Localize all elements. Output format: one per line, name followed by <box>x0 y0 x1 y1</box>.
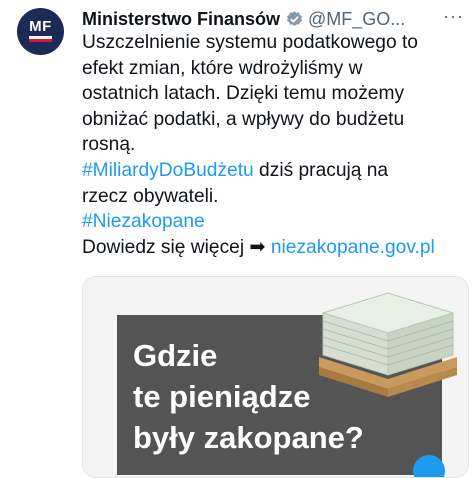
hashtag-niezakopane-link[interactable]: #Niezakopane <box>82 211 205 232</box>
flag-red-stripe <box>29 39 52 42</box>
tweet-line-8: #Niezakopane <box>82 209 467 235</box>
learn-more-text: Dowiedz się więcej ➡ <box>82 236 271 258</box>
tweet-line-5: rosną. <box>82 134 136 156</box>
account-name[interactable]: Ministerstwo Finansów <box>82 9 280 30</box>
tweet-line-6: #MiliardyDoBudżetu dziś pracują na <box>82 158 467 184</box>
link-preview-card[interactable]: Gdzie te pieniądze były zakopane? <box>82 276 469 478</box>
tweet-line-9: Dowiedz się więcej ➡ niezakopane.gov.pl <box>82 235 467 261</box>
tweet-line-4: obniżać podatki, a wpływy do budżetu <box>82 108 405 130</box>
tweet-line-7: rzecz obywateli. <box>82 185 219 207</box>
avatar[interactable]: MF <box>17 8 64 55</box>
external-link[interactable]: niezakopane.gov.pl <box>271 237 435 258</box>
tweet-line-2: efekt zmian, które wdrożyliśmy w <box>82 57 363 79</box>
hashtag-miliardy-link[interactable]: #MiliardyDoBudżetu <box>82 160 254 181</box>
account-handle[interactable]: @MF_GO... <box>308 9 405 30</box>
money-pallet-icon <box>319 292 457 397</box>
banner-line-3: były zakopane? <box>133 420 364 455</box>
tweet-text: Uszczelnienie systemu podatkowego to efe… <box>82 30 467 260</box>
more-options-icon[interactable]: ··· <box>443 6 464 27</box>
tweet-header: Ministerstwo Finansów @MF_GO... <box>82 6 464 32</box>
avatar-label: MF <box>29 18 52 35</box>
tweet-line-3: ostatnich latach. Dzięki temu możemy <box>82 83 405 105</box>
verified-badge-icon <box>285 10 304 29</box>
tweet-line-1: Uszczelnienie systemu podatkowego to <box>82 32 418 53</box>
tweet-line-6-text: dziś pracują na <box>253 159 389 181</box>
